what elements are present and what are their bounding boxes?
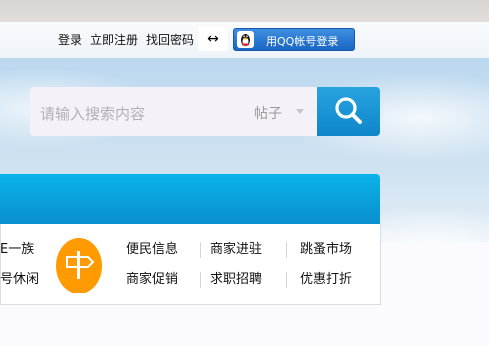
qq-penguin-icon <box>237 31 254 48</box>
category-item[interactable]: 商家促销 <box>126 272 178 288</box>
category-left-top[interactable]: E一族 <box>0 242 34 258</box>
qq-login-label: 用QQ帐号登录 <box>266 35 339 48</box>
divider <box>200 272 201 288</box>
register-link[interactable]: 立即注册 <box>90 33 138 47</box>
signpost-icon <box>56 237 102 294</box>
chevron-down-icon[interactable] <box>296 109 304 114</box>
swap-arrows-icon: ↔ <box>198 27 228 51</box>
category-item[interactable]: 优惠打折 <box>300 272 352 288</box>
category-item[interactable]: 商家进驻 <box>210 242 262 258</box>
search-button[interactable] <box>317 87 380 136</box>
search-input[interactable]: 请输入搜索内容 帖子 <box>30 87 317 136</box>
nav-bar <box>0 174 380 224</box>
category-item[interactable]: 便民信息 <box>126 242 178 258</box>
search-icon <box>335 97 362 124</box>
category-item[interactable]: 跳蚤市场 <box>300 242 352 258</box>
divider <box>286 272 287 288</box>
search-type-select[interactable]: 帖子 <box>254 103 282 123</box>
find-password-link[interactable]: 找回密码 <box>146 33 194 47</box>
category-item[interactable]: 求职招聘 <box>210 272 262 288</box>
category-left-bottom[interactable]: 号休闲 <box>0 272 39 288</box>
divider <box>200 242 201 258</box>
qq-login-button[interactable]: 用QQ帐号登录 <box>233 28 355 51</box>
browser-strip <box>0 0 489 22</box>
divider <box>286 242 287 258</box>
login-link[interactable]: 登录 <box>58 33 82 47</box>
search-placeholder: 请输入搜索内容 <box>40 105 146 123</box>
